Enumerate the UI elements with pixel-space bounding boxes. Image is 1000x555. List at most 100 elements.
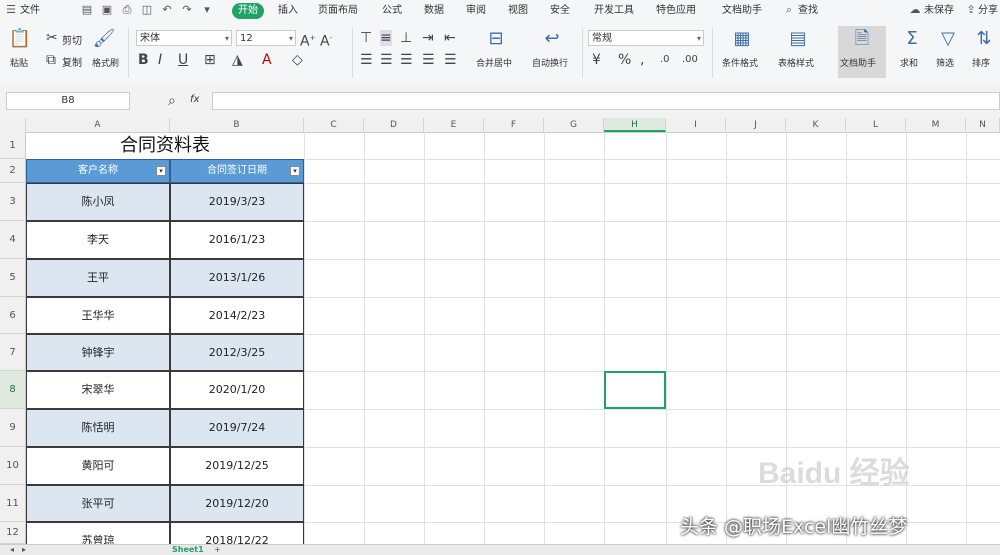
table-row[interactable]: 张平可 (26, 485, 170, 522)
align-center-icon[interactable]: ☰ (380, 52, 393, 68)
italic-icon[interactable]: I (158, 52, 162, 68)
align-top-icon[interactable]: ⊤ (360, 30, 372, 46)
fx-icon[interactable]: fx (190, 94, 199, 105)
row-header-12[interactable]: 12 (0, 522, 26, 544)
tab-data[interactable]: 数据 (424, 3, 444, 19)
table-row[interactable]: 王平 (26, 259, 170, 297)
open-icon[interactable]: ▤ (80, 3, 94, 17)
row-header-4[interactable]: 4 (0, 221, 26, 259)
column-header-e[interactable]: E (424, 118, 484, 132)
sum-icon[interactable]: Σ (900, 28, 924, 50)
search-icon[interactable]: ⌕ (782, 3, 796, 17)
copy-icon[interactable]: ⧉ (46, 52, 56, 68)
header-cell-date[interactable]: 合同签订日期 ▾ (170, 159, 304, 183)
align-right-icon[interactable]: ☰ (400, 52, 413, 68)
tab-insert[interactable]: 插入 (278, 3, 298, 19)
spreadsheet-grid[interactable]: 合同资料表 客户名称 ▾ 合同签订日期 ▾ 陈小凤 2019/3/23 李天 2… (26, 132, 1000, 544)
select-all-corner[interactable] (0, 118, 26, 132)
tab-home[interactable]: 开始 (232, 3, 264, 19)
row-header-5[interactable]: 5 (0, 259, 26, 297)
table-row[interactable]: 2012/3/25 (170, 334, 304, 371)
tab-doc-helper[interactable]: 文档助手 (722, 3, 762, 19)
table-row[interactable]: 钟锋宇 (26, 334, 170, 371)
table-row[interactable]: 2018/12/22 (170, 522, 304, 544)
align-bottom-icon[interactable]: ⊥ (400, 30, 412, 46)
tab-search[interactable]: 查找 (798, 3, 818, 19)
percent-icon[interactable]: % (618, 52, 631, 68)
table-style-icon[interactable]: ▤ (786, 28, 810, 50)
column-header-c[interactable]: C (304, 118, 364, 132)
row-header-9[interactable]: 9 (0, 409, 26, 447)
font-name-select[interactable]: 宋体 ▾ (136, 30, 232, 46)
thousands-icon[interactable]: , (640, 52, 644, 68)
conditional-format-icon[interactable]: ▦ (730, 28, 754, 50)
indent-icon[interactable]: ⇥ (422, 30, 434, 46)
formula-input[interactable] (212, 92, 1000, 110)
redo-icon[interactable]: ↷ (180, 3, 194, 17)
column-header-n[interactable]: N (966, 118, 1000, 132)
sum-button[interactable]: 求和 (900, 56, 918, 69)
header-cell-customer[interactable]: 客户名称 ▾ (26, 159, 170, 183)
conditional-format-button[interactable]: 条件格式 (722, 56, 758, 69)
menu-icon[interactable]: ☰ (4, 3, 18, 17)
table-row[interactable]: 李天 (26, 221, 170, 259)
align-middle-icon[interactable]: ≡ (380, 30, 392, 46)
currency-icon[interactable]: ¥ (592, 52, 601, 68)
merge-center-icon[interactable]: ⊟ (484, 28, 508, 50)
row-header-6[interactable]: 6 (0, 297, 26, 334)
column-header-k[interactable]: K (786, 118, 846, 132)
outdent-icon[interactable]: ⇤ (444, 30, 456, 46)
save-icon[interactable]: ▣ (100, 3, 114, 17)
paste-button[interactable]: 粘贴 (10, 56, 28, 69)
row-header-3[interactable]: 3 (0, 183, 26, 221)
column-header-g[interactable]: G (544, 118, 604, 132)
table-row[interactable]: 2019/7/24 (170, 409, 304, 447)
tab-developer[interactable]: 开发工具 (594, 3, 634, 19)
clear-format-icon[interactable]: ◇ (292, 52, 303, 68)
undo-icon[interactable]: ↶ (160, 3, 174, 17)
share-button[interactable]: 分享 (978, 3, 998, 19)
table-row[interactable]: 2019/12/20 (170, 485, 304, 522)
active-cell-selection[interactable] (604, 371, 666, 409)
column-header-j[interactable]: J (726, 118, 786, 132)
justify-icon[interactable]: ☰ (422, 52, 435, 68)
column-header-b[interactable]: B (170, 118, 304, 132)
wrap-text-icon[interactable]: ↩ (540, 28, 564, 50)
row-header-7[interactable]: 7 (0, 334, 26, 371)
sort-icon[interactable]: ⇅ (972, 28, 996, 50)
column-header-m[interactable]: M (906, 118, 966, 132)
column-header-i[interactable]: I (666, 118, 726, 132)
zoom-icon[interactable]: ⌕ (168, 93, 176, 109)
share-icon[interactable]: ⇪ (964, 3, 978, 17)
filter-icon[interactable]: ▽ (936, 28, 960, 50)
table-row[interactable]: 2019/3/23 (170, 183, 304, 221)
table-row[interactable]: 苏曾琼 (26, 522, 170, 544)
table-row[interactable]: 陈小凤 (26, 183, 170, 221)
tab-security[interactable]: 安全 (550, 3, 570, 19)
decrease-font-icon[interactable]: A- (320, 30, 332, 50)
tab-page-layout[interactable]: 页面布局 (318, 3, 358, 19)
doc-helper-group[interactable]: 🗎 文档助手 (838, 26, 886, 78)
column-header-l[interactable]: L (846, 118, 906, 132)
cut-icon[interactable]: ✂ (46, 30, 58, 46)
underline-icon[interactable]: U (178, 52, 188, 68)
font-size-select[interactable]: 12 ▾ (236, 30, 296, 46)
filter-dropdown-icon[interactable]: ▾ (290, 166, 300, 176)
unsaved-status[interactable]: 未保存 (924, 3, 954, 19)
column-header-h[interactable]: H (604, 118, 666, 132)
table-row[interactable]: 黄阳可 (26, 447, 170, 485)
copy-button[interactable]: 复制 (62, 54, 82, 69)
distribute-icon[interactable]: ☰ (444, 52, 457, 68)
font-color-icon[interactable]: A (262, 52, 272, 68)
preview-icon[interactable]: ◫ (140, 3, 154, 17)
format-painter-icon[interactable]: 🖌 (92, 28, 116, 50)
table-row[interactable]: 2016/1/23 (170, 221, 304, 259)
increase-decimal-icon[interactable]: .0 (660, 52, 670, 68)
row-header-11[interactable]: 11 (0, 485, 26, 522)
paste-icon[interactable]: 📋 (8, 28, 32, 50)
align-left-icon[interactable]: ☰ (360, 52, 373, 68)
sort-button[interactable]: 排序 (972, 56, 990, 69)
filter-button[interactable]: 筛选 (936, 56, 954, 69)
border-icon[interactable]: ⊞ (204, 52, 216, 68)
column-header-f[interactable]: F (484, 118, 544, 132)
